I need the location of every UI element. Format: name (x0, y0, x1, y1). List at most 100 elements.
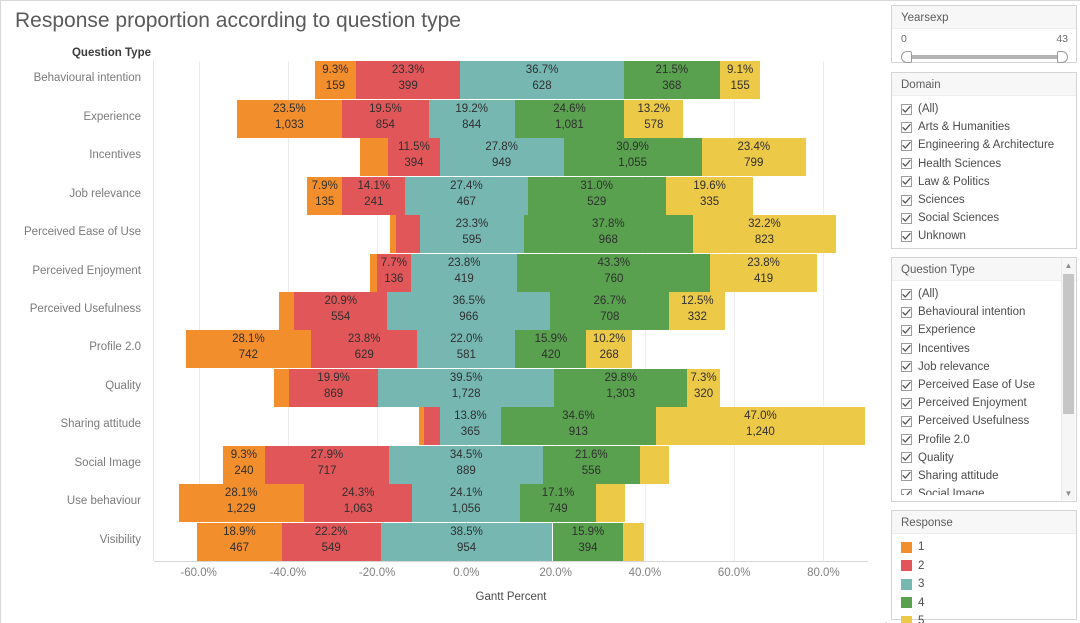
bar-segment[interactable]: 11.5% 394 (388, 138, 440, 177)
domain-filter-item[interactable]: Social Sciences (901, 209, 1068, 227)
bar-segment[interactable] (423, 407, 440, 446)
bar-segment[interactable]: 23.3% 595 (419, 215, 524, 254)
legend-item[interactable]: 1 (901, 538, 1068, 557)
bar-segment[interactable]: 23.8% 419 (411, 253, 518, 292)
bar-row[interactable]: 28.1% 1,229 24.3% 1,063 24.1% 1,056 17.1% 749 (154, 484, 868, 523)
bar-row[interactable]: 9.3% 159 23.3% 399 36.7% 628 21.5% 368 9.1% 155 (154, 61, 868, 100)
bar-segment[interactable]: 47.0% 1,240 (655, 407, 866, 446)
bar-row[interactable]: 7.9% 135 14.1% 241 27.4% 467 31.0% 529 19.6% 335 (154, 176, 868, 215)
question-type-filter-item[interactable]: Behavioural intention (901, 303, 1056, 321)
checkbox[interactable] (901, 397, 912, 409)
bar-segment[interactable]: 24.3% 1,063 (303, 484, 413, 523)
bar-segment[interactable] (278, 292, 295, 330)
bar-segment[interactable]: 19.9% 869 (289, 368, 378, 407)
question-type-filter-item[interactable]: Experience (901, 321, 1056, 339)
bar-segment[interactable]: 22.0% 581 (417, 330, 516, 369)
bar-segment[interactable]: 26.7% 708 (550, 292, 670, 330)
bar-segment[interactable]: 23.4% 799 (701, 138, 806, 177)
range-slider[interactable] (901, 51, 1068, 63)
bar-row[interactable]: 11.5% 394 27.8% 949 30.9% 1,055 23.4% 799 (154, 138, 868, 177)
domain-filter-item[interactable]: Law & Politics (901, 173, 1068, 191)
question-type-filter-item[interactable]: Sharing attitude (901, 467, 1056, 485)
checkbox[interactable] (901, 470, 912, 482)
bar-segment[interactable]: 18.9% 467 (197, 522, 282, 561)
bar-segment[interactable]: 38.5% 954 (380, 522, 553, 561)
scrollbar-question-type[interactable]: ▲ ▼ (1061, 259, 1075, 500)
bar-segment[interactable]: 27.8% 949 (439, 138, 564, 177)
bar-row[interactable]: 18.9% 467 22.2% 549 38.5% 954 15.9% 394 (154, 522, 868, 561)
bar-segment[interactable]: 27.9% 717 (264, 445, 390, 484)
bar-segment[interactable]: 9.1% 155 (719, 61, 761, 100)
bar-segment[interactable]: 7.9% 135 (307, 176, 343, 215)
checkbox[interactable] (901, 324, 912, 336)
checkbox[interactable] (901, 158, 912, 170)
checkbox[interactable] (901, 415, 912, 427)
bar-segment[interactable]: 32.2% 823 (692, 215, 837, 254)
bar-row[interactable]: 7.7% 136 23.8% 419 43.3% 760 23.8% 419 (154, 253, 868, 292)
bar-segment[interactable]: 19.6% 335 (665, 176, 754, 215)
bar-segment[interactable] (273, 368, 290, 407)
domain-filter-item[interactable]: Unknown (901, 227, 1068, 245)
checkbox[interactable] (901, 452, 912, 464)
checkbox[interactable] (901, 288, 912, 300)
checkbox[interactable] (901, 488, 912, 495)
bar-segment[interactable]: 23.5% 1,033 (237, 99, 342, 138)
bar-segment[interactable]: 36.7% 628 (460, 61, 624, 100)
domain-filter-item[interactable]: Sciences (901, 191, 1068, 209)
bar-row[interactable]: 19.9% 869 39.5% 1,728 29.8% 1,303 7.3% 320 (154, 368, 868, 407)
bar-row[interactable]: 28.1% 742 23.8% 629 22.0% 581 15.9% 420 10.2% 268 (154, 330, 868, 369)
bar-segment[interactable]: 9.3% 159 (314, 61, 357, 100)
checkbox[interactable] (901, 121, 912, 133)
bar-segment[interactable]: 34.5% 889 (389, 445, 544, 484)
checkbox[interactable] (901, 139, 912, 151)
checkbox[interactable] (901, 194, 912, 206)
bar-segment[interactable] (596, 484, 625, 523)
bar-segment[interactable]: 27.4% 467 (405, 176, 528, 215)
bar-segment[interactable]: 28.1% 1,229 (178, 484, 304, 523)
bar-segment[interactable] (639, 445, 670, 484)
question-type-filter-item[interactable]: Quality (901, 449, 1056, 467)
checkbox[interactable] (901, 434, 912, 446)
question-type-filter-item[interactable]: Profile 2.0 (901, 431, 1056, 449)
bar-segment[interactable] (359, 138, 389, 177)
checkbox[interactable] (901, 306, 912, 318)
checkbox[interactable] (901, 343, 912, 355)
legend-item[interactable]: 4 (901, 594, 1068, 613)
question-type-filter-item[interactable]: Incentives (901, 340, 1056, 358)
checkbox[interactable] (901, 176, 912, 188)
bar-segment[interactable]: 19.2% 844 (428, 99, 515, 138)
bar-segment[interactable]: 13.2% 578 (624, 99, 684, 138)
slider-handle-min[interactable] (901, 51, 912, 63)
chevron-down-icon[interactable]: ▼ (1062, 487, 1075, 500)
bar-segment[interactable]: 28.1% 742 (185, 330, 312, 369)
bar-segment[interactable]: 10.2% 268 (586, 330, 632, 369)
bar-row[interactable]: 23.3% 595 37.8% 968 32.2% 823 (154, 215, 868, 254)
bar-segment[interactable]: 17.1% 749 (519, 484, 597, 523)
domain-filter-item[interactable]: Arts & Humanities (901, 118, 1068, 136)
bar-segment[interactable]: 15.9% 394 (552, 522, 624, 561)
legend-item[interactable]: 3 (901, 575, 1068, 594)
bar-segment[interactable]: 23.8% 419 (710, 253, 817, 292)
bar-segment[interactable]: 20.9% 554 (294, 292, 388, 330)
question-type-filter-item[interactable]: Social Image (901, 485, 1056, 495)
bar-segment[interactable]: 13.8% 365 (439, 407, 502, 446)
bar-segment[interactable]: 23.8% 629 (311, 330, 418, 369)
checkbox[interactable] (901, 230, 912, 242)
slider-handle-max[interactable] (1057, 51, 1068, 63)
bar-segment[interactable]: 22.2% 549 (281, 522, 381, 561)
bar-segment[interactable]: 24.6% 1,081 (514, 99, 625, 138)
bar-segment[interactable]: 21.5% 368 (623, 61, 720, 100)
bar-segment[interactable]: 24.1% 1,056 (412, 484, 520, 523)
legend-item[interactable]: 2 (901, 557, 1068, 576)
question-type-filter-item[interactable]: Perceived Enjoyment (901, 394, 1056, 412)
bar-segment[interactable] (623, 522, 644, 561)
bar-segment[interactable]: 19.5% 854 (341, 99, 429, 138)
bar-segment[interactable]: 12.5% 332 (669, 292, 726, 330)
bar-row[interactable]: 20.9% 554 36.5% 966 26.7% 708 12.5% 332 (154, 292, 868, 330)
legend-item[interactable]: 5 (901, 612, 1068, 623)
bar-segment[interactable]: 36.5% 966 (387, 292, 551, 330)
bar-row[interactable]: 13.8% 365 34.6% 913 47.0% 1,240 (154, 407, 868, 446)
bar-row[interactable]: 23.5% 1,033 19.5% 854 19.2% 844 24.6% 1,081 13.2… (154, 99, 868, 138)
bar-segment[interactable]: 43.3% 760 (517, 253, 711, 292)
question-type-filter-item[interactable]: Job relevance (901, 358, 1056, 376)
